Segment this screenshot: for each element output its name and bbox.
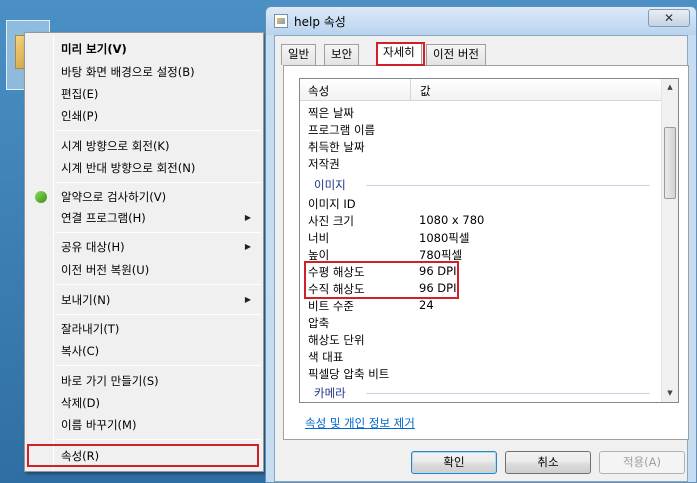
list-item[interactable]: 저작권 [300, 155, 661, 172]
menu-item-share-with[interactable]: 공유 대상(H) ▶ [27, 237, 261, 257]
list-item[interactable]: 픽셀당 압축 비트 [300, 365, 661, 382]
tab-previous-versions[interactable]: 이전 버전 [426, 44, 486, 65]
menu-separator [55, 439, 261, 440]
menu-item-create-shortcut[interactable]: 바로 가기 만들기(S) [27, 371, 261, 391]
dialog-title: help 속성 [294, 15, 346, 29]
property-name: 비트 수준 [308, 299, 354, 313]
property-name: 너비 [308, 231, 330, 245]
group-divider [366, 185, 650, 186]
menu-item-set-desktop-background[interactable]: 바탕 화면 배경으로 설정(B) [27, 62, 261, 82]
list-item[interactable]: 비트 수준 24 [300, 297, 661, 314]
close-button[interactable]: ✕ [648, 9, 690, 27]
menu-item-copy[interactable]: 복사(C) [27, 341, 261, 361]
property-value: 24 [419, 298, 434, 312]
menu-separator [55, 284, 261, 285]
menu-item-label: 보내기(N) [61, 293, 111, 307]
menu-item-restore-previous-versions[interactable]: 이전 버전 복원(U) [27, 260, 261, 280]
property-value: 1080 x 780 [419, 213, 485, 227]
title-bar[interactable]: help 속성 ✕ [266, 7, 696, 35]
property-list[interactable]: 속성 값 찍은 날짜 프로그램 이름 취득한 날짜 저작권 이미지 이미지 ID… [299, 78, 679, 403]
property-name: 픽셀당 압축 비트 [308, 367, 390, 381]
property-name: 이미지 ID [308, 197, 356, 211]
scroll-thumb[interactable] [664, 127, 676, 199]
list-item[interactable]: 취득한 날짜 [300, 138, 661, 155]
menu-item-preview[interactable]: 미리 보기(V) [27, 39, 261, 59]
menu-item-label: 알약으로 검사하기(V) [61, 190, 167, 204]
column-header-value[interactable]: 값 [420, 83, 431, 99]
property-name: 저작권 [308, 157, 340, 171]
list-item[interactable]: 색 대표 [300, 348, 661, 365]
property-name: 프로그램 이름 [308, 123, 376, 137]
menu-item-rename[interactable]: 이름 바꾸기(M) [27, 415, 261, 435]
submenu-arrow-icon: ▶ [244, 213, 251, 222]
submenu-arrow-icon: ▶ [244, 242, 251, 251]
scroll-up-icon[interactable]: ▲ [662, 79, 678, 96]
menu-item-rotate-counterclockwise[interactable]: 시계 반대 방향으로 회전(N) [27, 158, 261, 178]
menu-item-open-with[interactable]: 연결 프로그램(H) ▶ [27, 208, 261, 228]
property-name: 사진 크기 [308, 214, 354, 228]
menu-item-label: 공유 대상(H) [61, 240, 125, 254]
dialog-client-area: 일반 보안 자세히 이전 버전 속성 값 찍은 날짜 프로그램 이름 취득한 날… [274, 35, 689, 482]
file-icon [274, 14, 288, 28]
properties-dialog: help 속성 ✕ 일반 보안 자세히 이전 버전 속성 값 찍은 날짜 프로그… [265, 6, 697, 483]
menu-item-print[interactable]: 인쇄(P) [27, 106, 261, 126]
menu-item-rotate-clockwise[interactable]: 시계 방향으로 회전(K) [27, 136, 261, 156]
scroll-down-icon[interactable]: ▼ [662, 385, 678, 402]
property-name: 압축 [308, 316, 330, 330]
vertical-scrollbar[interactable]: ▲ ▼ [661, 79, 678, 402]
menu-separator [55, 232, 261, 233]
property-name: 찍은 날짜 [308, 106, 354, 120]
menu-item-alyac-scan[interactable]: 알약으로 검사하기(V) [27, 187, 261, 207]
menu-item-edit[interactable]: 편집(E) [27, 84, 261, 104]
column-header: 속성 값 [300, 79, 661, 101]
column-header-property[interactable]: 속성 [308, 83, 329, 99]
resolution-highlight-box [304, 261, 459, 299]
cancel-button[interactable]: 취소 [505, 451, 591, 474]
property-name: 취득한 날짜 [308, 140, 365, 154]
apply-button[interactable]: 적용(A) [599, 451, 685, 474]
column-divider[interactable] [410, 79, 411, 101]
property-value: 1080픽셀 [419, 231, 470, 245]
menu-separator [55, 182, 261, 183]
property-name: 색 대표 [308, 350, 344, 364]
menu-item-cut[interactable]: 잘라내기(T) [27, 319, 261, 339]
group-divider [366, 393, 650, 394]
menu-item-label: 연결 프로그램(H) [61, 211, 146, 225]
pill-icon [35, 191, 47, 203]
property-name: 해상도 단위 [308, 333, 365, 347]
details-tab-highlight-box [376, 42, 425, 66]
context-menu: 미리 보기(V) 바탕 화면 배경으로 설정(B) 편집(E) 인쇄(P) 시계… [24, 32, 264, 472]
properties-highlight-box [27, 444, 259, 467]
list-item[interactable]: 해상도 단위 [300, 331, 661, 348]
list-item[interactable]: 이미지 ID [300, 195, 661, 212]
menu-separator [55, 314, 261, 315]
menu-item-send-to[interactable]: 보내기(N) ▶ [27, 290, 261, 310]
list-item[interactable]: 압축 [300, 314, 661, 331]
close-icon: ✕ [663, 11, 675, 25]
list-item[interactable]: 사진 크기 1080 x 780 [300, 212, 661, 229]
ok-button[interactable]: 확인 [411, 451, 497, 474]
list-item[interactable]: 찍은 날짜 [300, 104, 661, 121]
menu-item-delete[interactable]: 삭제(D) [27, 393, 261, 413]
tab-general[interactable]: 일반 [281, 44, 317, 65]
list-item[interactable]: 너비 1080픽셀 [300, 229, 661, 246]
details-panel: 속성 값 찍은 날짜 프로그램 이름 취득한 날짜 저작권 이미지 이미지 ID… [283, 65, 689, 440]
group-header-image: 이미지 [314, 178, 346, 192]
list-item[interactable]: 프로그램 이름 [300, 121, 661, 138]
remove-properties-link[interactable]: 속성 및 개인 정보 제거 [305, 415, 415, 431]
menu-separator [55, 365, 261, 366]
group-header-camera: 카메라 [314, 386, 346, 400]
submenu-arrow-icon: ▶ [244, 295, 251, 304]
tab-security[interactable]: 보안 [324, 44, 360, 65]
menu-separator [55, 130, 261, 131]
